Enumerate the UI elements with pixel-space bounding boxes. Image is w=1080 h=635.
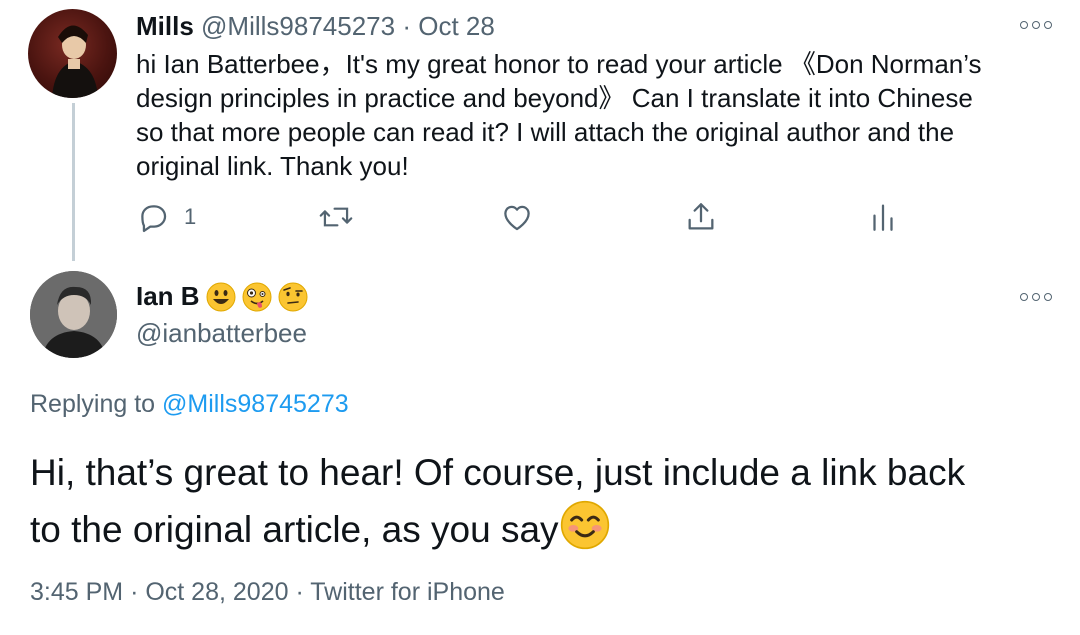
tweet1-text-line: design principles in practice and beyond… [136,83,973,113]
smiling-face-with-smiling-eyes-emoji-icon [560,500,609,550]
tweet1-header: Mills @Mills98745273 · Oct 28 [136,10,495,42]
replying-to-label: Replying to [30,390,156,418]
reply-count: 1 [184,204,197,229]
tweet2-date[interactable]: Oct 28, 2020 [145,578,288,606]
tweet1-date[interactable]: Oct 28 [418,11,495,41]
analytics-button[interactable] [868,200,898,234]
tweet2-text-line-2: to the original article, as you say [30,500,1050,557]
tweet1-handle[interactable]: @Mills98745273 [201,11,395,41]
analytics-icon [873,204,893,231]
reply-icon [141,205,167,233]
more-icon[interactable] [1020,290,1054,304]
like-icon [504,205,530,231]
more-icon[interactable] [1020,18,1054,32]
tweet2-text-line: Hi, that’s great to hear! Of course, jus… [30,452,966,493]
avatar-mills[interactable] [28,9,117,98]
retweet-icon [319,207,353,227]
tweet1-text-line: hi Ian Batterbee，It's my great honor to … [136,49,982,79]
tweet2-time[interactable]: 3:45 PM [30,578,123,606]
tweet2-meta: 3:45 PM · Oct 28, 2020 · Twitter for iPh… [30,578,505,607]
tweet2-text-line-text: to the original article, as you say [30,509,559,550]
like-button[interactable] [500,200,534,234]
thread-line [72,103,75,261]
zany-face-emoji-icon [242,282,272,311]
tweet1-author-name[interactable]: Mills [136,11,194,41]
share-icon [688,203,714,230]
tweet1-text: hi Ian Batterbee，It's my great honor to … [136,47,1056,183]
tweet2-author-name[interactable]: Ian B [136,281,200,312]
share-button[interactable] [684,200,718,234]
meta-separator: · [130,578,139,606]
meta-separator: · [295,578,304,606]
face-with-raised-eyebrow-emoji-icon [278,282,308,311]
replying-to-mention[interactable]: @Mills98745273 [162,390,349,418]
tweet2-handle[interactable]: @ianbatterbee [136,318,307,349]
avatar-ian-b[interactable] [30,271,117,358]
tweet1-separator: · [402,11,411,41]
tweet2-text: Hi, that’s great to hear! Of course, jus… [30,446,1050,557]
tweet2-source[interactable]: Twitter for iPhone [310,578,505,606]
reply-button[interactable]: 1 [136,200,196,234]
tweet1-text-line: original link. Thank you! [136,151,409,181]
retweet-button[interactable] [318,200,354,234]
grinning-face-emoji-icon [206,282,236,311]
tweet1-text-line: so that more people can read it? I will … [136,117,955,147]
replying-to: Replying to @Mills98745273 [30,390,349,419]
tweet2-author[interactable]: Ian B [136,281,308,312]
